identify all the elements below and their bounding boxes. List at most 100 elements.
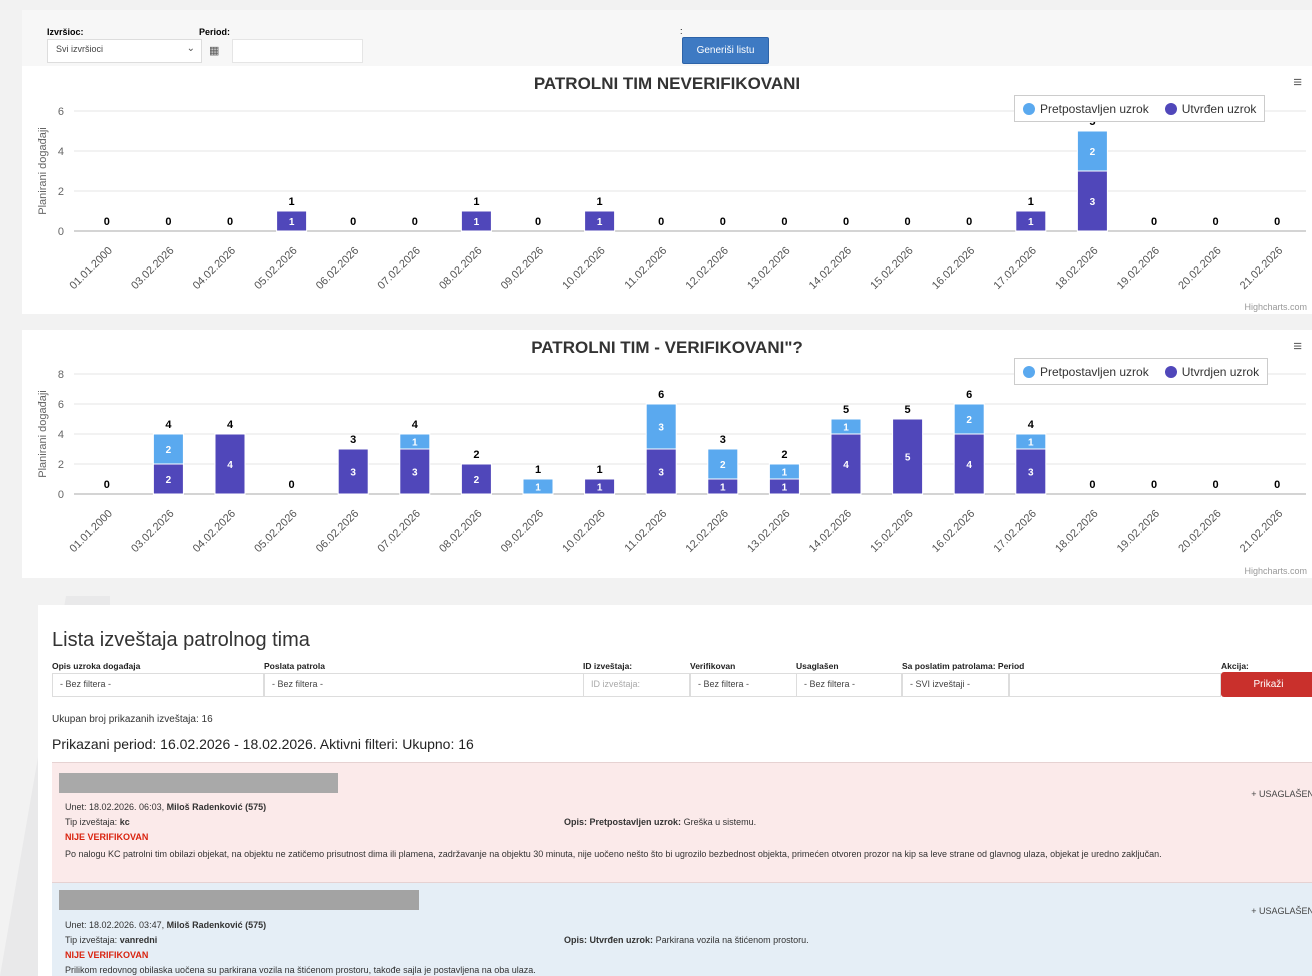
x-tick-label: 17.02.2026 — [992, 508, 1039, 555]
x-tick-label: 08.02.2026 — [437, 508, 484, 555]
bar-data-label: 3 — [658, 423, 664, 434]
total-label: 0 — [1213, 216, 1219, 228]
total-label: 5 — [905, 404, 911, 416]
chart-menu-icon[interactable]: ≡ — [1293, 74, 1302, 91]
legend-item-determined[interactable]: Utvrdjen uzrok — [1164, 364, 1260, 379]
chart-menu-icon[interactable]: ≡ — [1293, 338, 1302, 355]
legend-item-assumed[interactable]: Pretpostavljen uzrok — [1023, 365, 1149, 379]
x-tick-label: 01.01.2000 — [68, 245, 115, 292]
executor-select[interactable]: Svi izvršioci ⌄ — [47, 39, 202, 63]
show-button[interactable]: Prikaži — [1221, 672, 1312, 697]
x-tick-label: 07.02.2026 — [376, 245, 423, 292]
cause-line: Opis: Pretpostavljen uzrok: Greška u sis… — [564, 817, 756, 827]
x-tick-label: 07.02.2026 — [376, 508, 423, 555]
total-label: 0 — [227, 216, 233, 228]
author: Miloš Radenković (575) — [166, 920, 267, 930]
legend-item-assumed[interactable]: Pretpostavljen uzrok — [1023, 102, 1149, 116]
x-tick-label: 08.02.2026 — [437, 245, 484, 292]
credits-label: Highcharts.com — [1244, 566, 1307, 576]
harmonize-button[interactable]: + USAGLAŠEN — [1251, 789, 1312, 799]
executor-select-value: Svi izvršioci — [56, 44, 104, 54]
legend-item-determined[interactable]: Utvrđen uzrok — [1164, 102, 1256, 116]
id-filter-input[interactable]: ID izveštaja: — [583, 673, 690, 697]
total-label: 0 — [905, 216, 911, 228]
x-tick-label: 18.02.2026 — [1053, 508, 1100, 555]
bar-data-label: 3 — [1090, 197, 1096, 208]
sent-filter-select[interactable]: - SVI izveštaji - — [902, 673, 1009, 697]
period-filter-input[interactable] — [1009, 673, 1221, 697]
bar-data-label: 3 — [350, 468, 356, 479]
x-tick-label: 12.02.2026 — [684, 245, 731, 292]
sent-filter-label-text: Sa poslatim patrolama: — [902, 661, 996, 671]
bar-data-label: 4 — [227, 460, 233, 471]
period-input[interactable] — [232, 39, 363, 63]
legend-label: Pretpostavljen uzrok — [1040, 101, 1149, 116]
x-tick-label: 21.02.2026 — [1238, 245, 1285, 292]
bar-data-label: 1 — [289, 217, 295, 228]
report-item: + USAGLAŠEN Unet: 18.02.2026. 03:47, Mil… — [52, 882, 1312, 976]
verified-filter-select[interactable]: - Bez filtera - — [690, 673, 797, 697]
cause-line: Opis: Utvrđen uzrok: Parkirana vozila na… — [564, 935, 809, 945]
total-label: 6 — [966, 389, 972, 401]
bar-data-label: 4 — [843, 460, 849, 471]
period-label: Period: — [199, 27, 231, 37]
bar-data-label: 1 — [1028, 438, 1034, 449]
redacted-title-bar — [59, 890, 419, 910]
bar-data-label: 1 — [474, 217, 480, 228]
x-tick-label: 18.02.2026 — [1053, 245, 1100, 292]
y-tick-label: 4 — [58, 429, 64, 441]
total-label: 0 — [289, 479, 295, 491]
report-type: vanredni — [119, 935, 158, 945]
x-tick-label: 12.02.2026 — [684, 508, 731, 555]
legend-dot-icon — [1023, 102, 1035, 115]
x-tick-label: 10.02.2026 — [560, 245, 607, 292]
y-tick-label: 6 — [58, 106, 64, 118]
total-label: 0 — [658, 216, 664, 228]
y-tick-label: 8 — [58, 369, 64, 381]
y-tick-label: 0 — [58, 226, 64, 238]
legend-label: Utvrdjen uzrok — [1181, 364, 1260, 379]
y-tick-label: 2 — [58, 459, 64, 471]
x-tick-label: 09.02.2026 — [499, 508, 546, 555]
type-prefix: Tip izveštaja: — [65, 935, 118, 945]
patrol-filter-select[interactable]: - Bez filtera - — [264, 673, 584, 697]
total-label: 1 — [535, 464, 541, 476]
total-label: 0 — [843, 216, 849, 228]
x-tick-label: 20.02.2026 — [1176, 508, 1223, 555]
generate-list-button[interactable]: Generiši listu — [682, 37, 769, 64]
report-description: Prilikom redovnog obilaska uočena su par… — [65, 965, 536, 975]
calendar-icon[interactable]: ▦ — [209, 44, 219, 57]
total-label: 2 — [781, 449, 787, 461]
bar-data-label: 1 — [720, 483, 726, 494]
harmonize-button[interactable]: + USAGLAŠEN — [1251, 906, 1312, 916]
redacted-title-bar — [59, 773, 338, 793]
total-label: 5 — [843, 404, 849, 416]
chart-title: PATROLNI TIM - VERIFIKOVANI"? — [531, 338, 803, 357]
harmonized-filter-select[interactable]: - Bez filtera - — [796, 673, 902, 697]
total-label: 1 — [597, 196, 603, 208]
period-summary: Prikazani period: 16.02.2026 - 18.02.202… — [52, 736, 474, 752]
total-label: 0 — [1274, 216, 1280, 228]
report-description: Po nalogu KC patrolni tim obilazi objeka… — [65, 849, 1162, 859]
total-label: 0 — [781, 216, 787, 228]
total-label: 0 — [1151, 216, 1157, 228]
total-label: 0 — [412, 216, 418, 228]
type-line: Tip izveštaja: kc — [65, 817, 130, 827]
x-tick-label: 20.02.2026 — [1176, 245, 1223, 292]
y-tick-label: 4 — [58, 146, 64, 158]
y-tick-label: 6 — [58, 399, 64, 411]
bar-data-label: 5 — [905, 453, 911, 464]
total-label: 0 — [350, 216, 356, 228]
legend-label: Pretpostavljen uzrok — [1040, 364, 1149, 379]
total-label: 1 — [289, 196, 295, 208]
total-label: 2 — [473, 449, 479, 461]
total-label: 0 — [104, 479, 110, 491]
bar-data-label: 1 — [782, 468, 788, 479]
credits-label: Highcharts.com — [1244, 302, 1307, 312]
patrol-filter-label: Poslata patrola — [264, 661, 325, 671]
cause-filter-select[interactable]: - Bez filtera - — [52, 673, 264, 697]
x-tick-label: 03.02.2026 — [129, 508, 176, 555]
total-label: 6 — [658, 389, 664, 401]
y-axis-label: Planirani događaji — [37, 390, 49, 477]
verified-filter-label: Verifikovan — [690, 661, 736, 671]
